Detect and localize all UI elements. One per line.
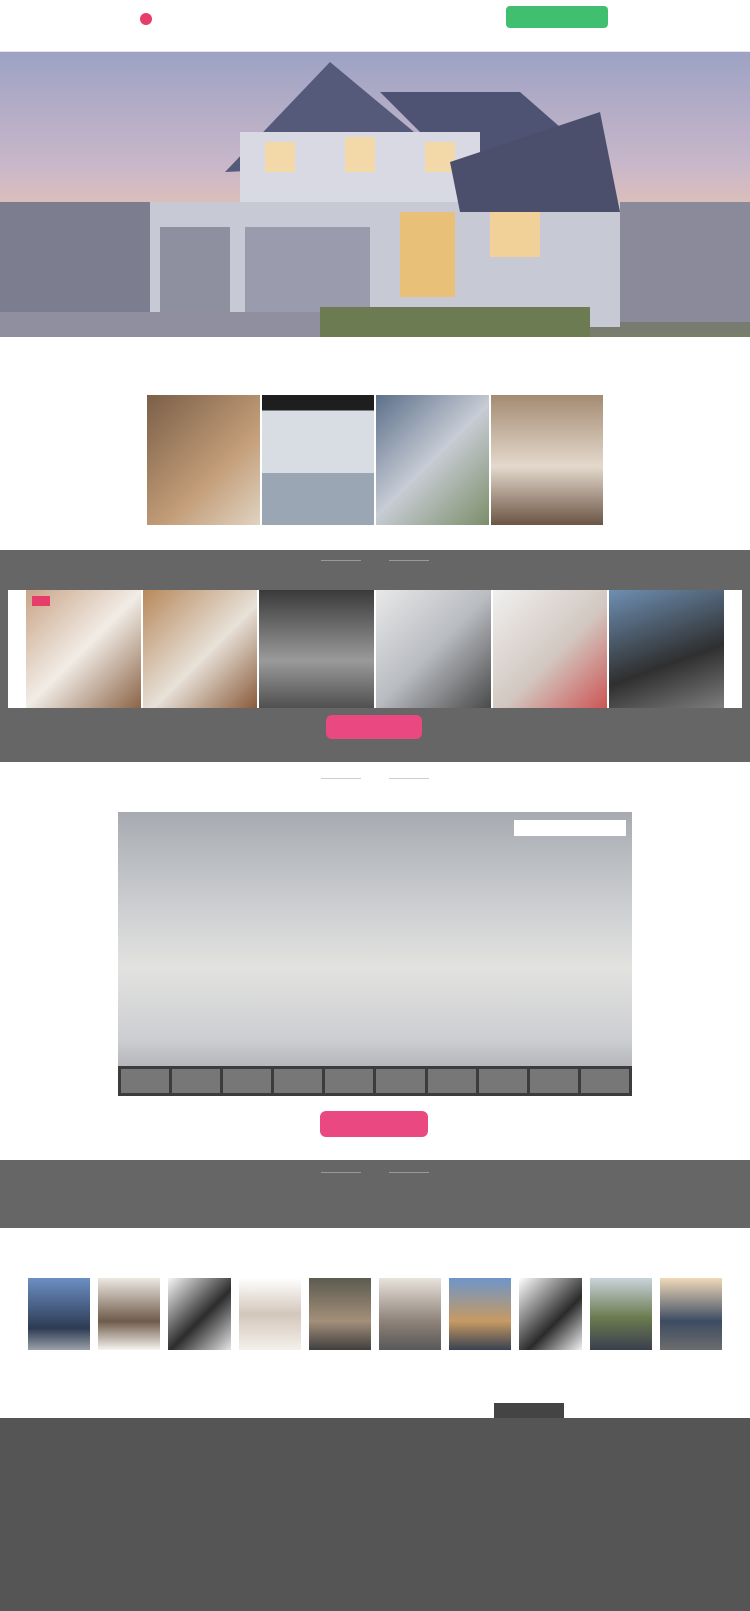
footer-column xyxy=(190,1428,300,1432)
gallery-image[interactable] xyxy=(260,394,375,526)
logo[interactable] xyxy=(140,8,240,30)
info-band xyxy=(0,1160,750,1228)
divider xyxy=(321,560,361,561)
tour-thumbnail[interactable] xyxy=(172,1069,221,1093)
tour-thumbnail[interactable] xyxy=(427,1069,476,1093)
divider xyxy=(389,778,429,779)
tour-more-button[interactable] xyxy=(320,1111,428,1137)
divider xyxy=(321,1172,361,1173)
tour-thumbnail[interactable] xyxy=(121,1069,170,1093)
thumbnail[interactable] xyxy=(519,1278,582,1350)
footer-tab[interactable] xyxy=(494,1403,564,1419)
tour-thumbnail[interactable] xyxy=(376,1069,425,1093)
gallery-image[interactable] xyxy=(146,394,261,526)
house-illustration xyxy=(0,62,750,337)
staff-thumbnails xyxy=(28,1278,723,1350)
features-row xyxy=(150,350,600,356)
divider xyxy=(321,778,361,779)
carousel-item[interactable] xyxy=(26,590,141,708)
carousel-item[interactable] xyxy=(259,590,375,708)
tour-thumbnail[interactable] xyxy=(478,1069,527,1093)
thumbnail[interactable] xyxy=(28,1278,91,1350)
thumbnail[interactable] xyxy=(659,1278,723,1350)
footer-column xyxy=(384,1428,444,1432)
carousel-item[interactable] xyxy=(376,590,491,708)
tour-title xyxy=(0,778,750,779)
divider xyxy=(389,560,429,561)
site-footer xyxy=(0,1418,750,1611)
footer-column xyxy=(508,1428,578,1432)
tour-thumbnail[interactable] xyxy=(223,1069,272,1093)
virtual-tour-viewer[interactable] xyxy=(118,812,632,1096)
thumbnail[interactable] xyxy=(379,1278,442,1350)
hero-image xyxy=(0,52,750,337)
gallery-image[interactable] xyxy=(489,394,604,526)
thumbnail[interactable] xyxy=(589,1278,652,1350)
carousel-item[interactable] xyxy=(492,590,608,708)
feature-item xyxy=(500,350,600,356)
gallery-image[interactable] xyxy=(375,394,490,526)
tour-thumbnails xyxy=(118,1066,632,1096)
divider xyxy=(389,1172,429,1173)
tour-thumbnail[interactable] xyxy=(274,1069,323,1093)
info-band-title xyxy=(0,1172,750,1173)
site-header xyxy=(0,0,750,52)
works-carousel[interactable] xyxy=(8,590,742,708)
tour-thumbnail[interactable] xyxy=(325,1069,374,1093)
works-more-button[interactable] xyxy=(326,715,422,739)
footer-column xyxy=(448,1428,508,1432)
carousel-item[interactable] xyxy=(609,590,725,708)
carousel-item[interactable] xyxy=(142,590,258,708)
feature-item xyxy=(383,350,483,356)
thumbnail[interactable] xyxy=(449,1278,512,1350)
thumbnail[interactable] xyxy=(98,1278,161,1350)
feature-item xyxy=(267,350,367,356)
tour-label xyxy=(514,820,626,836)
interior-gallery xyxy=(146,394,604,526)
tour-thumbnail[interactable] xyxy=(529,1069,578,1093)
works-title xyxy=(0,560,750,561)
footer-column xyxy=(318,1428,378,1432)
logo-mark-icon xyxy=(140,13,152,25)
thumbnail[interactable] xyxy=(308,1278,372,1350)
feature-item xyxy=(150,350,250,356)
thumbnail[interactable] xyxy=(168,1278,231,1350)
thumbnail[interactable] xyxy=(238,1278,301,1350)
tour-thumbnail[interactable] xyxy=(580,1069,629,1093)
new-badge xyxy=(32,596,50,606)
header-cta-button[interactable] xyxy=(506,6,608,28)
